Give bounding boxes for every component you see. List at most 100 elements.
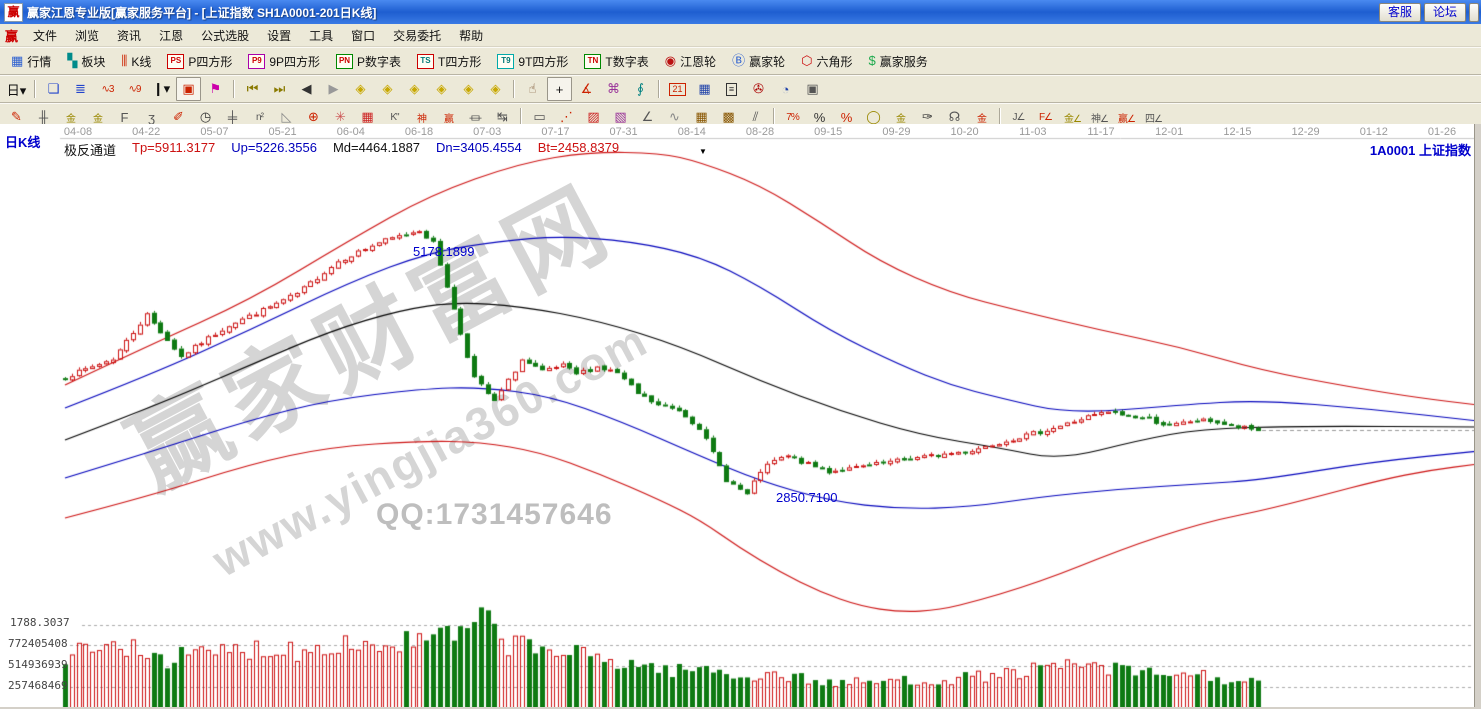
shen-ruler-icon: 神 xyxy=(417,110,426,125)
t-number-button-label: T数字表 xyxy=(605,53,648,70)
gold-ruler-icon: 金 xyxy=(66,110,75,125)
clock-globe-icon[interactable]: ◔ xyxy=(773,77,798,101)
zoom-v-diamond-icon: ◈ xyxy=(437,81,447,97)
spiral-shape-icon[interactable]: ∮ xyxy=(628,77,653,101)
hexagon-button-icon: ⬡ xyxy=(801,54,812,68)
menu-formula-stock-pick[interactable]: 公式选股 xyxy=(192,27,258,45)
angle-measure-icon[interactable]: ∡ xyxy=(574,77,599,101)
next-bar-button[interactable]: ▶ xyxy=(321,77,346,101)
t-square-button[interactable]: TST四方形 xyxy=(410,50,488,73)
date-tick-10-20: 10-20 xyxy=(951,126,979,138)
zoom-left-diamond-icon[interactable]: ◈ xyxy=(348,77,373,101)
menu-help[interactable]: 帮助 xyxy=(450,27,492,45)
p-number-button[interactable]: PNP数字表 xyxy=(329,50,408,73)
window-layout-icon: ❏ xyxy=(48,81,60,97)
pen-tool-icon: ✎ xyxy=(11,109,22,125)
indicator-value-tp: Tp=5911.3177 xyxy=(132,140,215,159)
forum-button[interactable]: 论坛 xyxy=(1424,3,1466,22)
t-number-button[interactable]: TNT数字表 xyxy=(577,50,655,73)
quotes-button[interactable]: ▦行情 xyxy=(4,50,58,73)
winner-service-button[interactable]: $赢家服务 xyxy=(862,50,935,73)
winner-wheel-button-icon: Ⓑ xyxy=(732,54,745,68)
pan-hand-icon[interactable]: ☝ xyxy=(520,77,545,101)
sectors-button[interactable]: ▚板块 xyxy=(60,50,112,73)
zoom-fit-diamond-icon[interactable]: ◈ xyxy=(483,77,508,101)
menu-file[interactable]: 文件 xyxy=(24,27,66,45)
date-tick-11-03: 11-03 xyxy=(1019,126,1046,138)
small-coord-3-icon[interactable]: ∿3 xyxy=(95,77,120,101)
first-page-button[interactable]: ⏮ xyxy=(240,77,265,101)
gann-wheel-button-icon: ◉ xyxy=(665,54,676,68)
notes-icon[interactable]: ≡ xyxy=(719,77,744,101)
save-icon[interactable]: ✇ xyxy=(746,77,771,101)
zoom-all-diamond-icon: ◈ xyxy=(464,81,474,97)
last-page-button[interactable]: ⏭ xyxy=(267,77,292,101)
customer-service-button[interactable]: 客服 xyxy=(1379,3,1421,22)
crosshair-icon[interactable]: + xyxy=(547,77,572,101)
candle-style-button: ❙▾ xyxy=(153,81,170,97)
p9-square-button[interactable]: P99P四方形 xyxy=(241,50,327,73)
angle-line-icon: ∠ xyxy=(642,109,654,125)
zoom-right-diamond-icon[interactable]: ◈ xyxy=(375,77,400,101)
prev-bar-button[interactable]: ◀ xyxy=(294,77,319,101)
menu-browse[interactable]: 浏览 xyxy=(66,27,108,45)
k-quote-icon: K" xyxy=(390,112,398,123)
trough-price-annotation: 2850.7100 xyxy=(776,490,837,505)
zoom-h-diamond-icon[interactable]: ◈ xyxy=(402,77,427,101)
date-tick-12-01: 12-01 xyxy=(1155,126,1183,138)
f-ruler-icon: F xyxy=(121,110,129,125)
gann-wheel-button[interactable]: ◉江恩轮 xyxy=(658,50,723,73)
menu-settings[interactable]: 设置 xyxy=(258,27,300,45)
color-chart-icon[interactable]: ⚑ xyxy=(203,77,228,101)
kline-chart-canvas[interactable] xyxy=(0,124,1481,709)
indicator-frame-icon: ▣ xyxy=(182,81,194,97)
price-scale-label: 1788.3037 xyxy=(10,616,70,629)
p-square-button[interactable]: PSP四方形 xyxy=(160,50,239,73)
kline-button-icon: ⫼ xyxy=(121,54,127,68)
sectors-button-icon: ▚ xyxy=(67,54,77,68)
winner-service-button-icon: $ xyxy=(869,54,876,68)
zoom-v-diamond-icon[interactable]: ◈ xyxy=(429,77,454,101)
t9-square-button[interactable]: T9 9T四方形 xyxy=(490,50,575,73)
period-day-button[interactable]: 日▾ xyxy=(4,77,29,101)
volume-scale-label-2: 514936939 xyxy=(8,658,68,671)
prev-bar-button: ◀ xyxy=(302,81,312,97)
small-coord-9-icon[interactable]: ∿9 xyxy=(122,77,147,101)
zoom-all-diamond-icon[interactable]: ◈ xyxy=(456,77,481,101)
candle-style-button[interactable]: ❙▾ xyxy=(149,77,174,101)
pan-hand-icon: ☝ xyxy=(529,81,537,97)
menu-tools[interactable]: 工具 xyxy=(300,27,342,45)
indicator-frame-icon[interactable]: ▣ xyxy=(176,77,201,101)
p-square-button-icon: PS xyxy=(167,54,184,69)
menu-news[interactable]: 资讯 xyxy=(108,27,150,45)
gann-shape-icon[interactable]: ⌘ xyxy=(601,77,626,101)
workstation-icon[interactable]: ▣ xyxy=(800,77,825,101)
calendar-icon[interactable]: 21 xyxy=(665,77,690,101)
clipped-title-button[interactable] xyxy=(1469,3,1479,22)
percent-icon: % xyxy=(814,110,826,125)
zoom-left-diamond-icon: ◈ xyxy=(356,81,366,97)
t9-square-button-icon: T9 xyxy=(497,54,514,69)
indicator-row: 极反通道 Tp=5911.3177Up=5226.3556Md=4464.188… xyxy=(64,140,619,159)
winner-wheel-button[interactable]: Ⓑ赢家轮 xyxy=(725,50,792,73)
peak-price-annotation: 5178.1899 xyxy=(413,244,474,259)
quotes-button-label: 行情 xyxy=(27,53,51,70)
menu-trade-order[interactable]: 交易委托 xyxy=(384,27,450,45)
date-tick-06-04: 06-04 xyxy=(337,126,365,138)
hexagon-button[interactable]: ⬡六角形 xyxy=(794,50,859,73)
crosshair-icon: + xyxy=(556,82,564,97)
f-angle-icon: F∠ xyxy=(1039,112,1052,123)
app-window: { "window": { "title": "赢家江恩专业版[赢家服务平台] … xyxy=(0,0,1481,709)
quote-list-icon[interactable]: ≣ xyxy=(68,77,93,101)
kline-button[interactable]: ⫼K线 xyxy=(114,50,158,73)
date-tick-01-12: 01-12 xyxy=(1360,126,1388,138)
window-layout-icon[interactable]: ❏ xyxy=(41,77,66,101)
menu-window[interactable]: 窗口 xyxy=(342,27,384,45)
menu-gann[interactable]: 江恩 xyxy=(150,27,192,45)
date-tick-09-29: 09-29 xyxy=(882,126,910,138)
spiral-shape-icon: ∮ xyxy=(637,81,644,97)
period-label: 日K线 xyxy=(5,132,40,151)
calculator-icon[interactable]: ▦ xyxy=(692,77,717,101)
t9-square-button-label: 9T四方形 xyxy=(518,53,568,70)
gold-angle-icon: 金∠ xyxy=(1064,110,1081,125)
